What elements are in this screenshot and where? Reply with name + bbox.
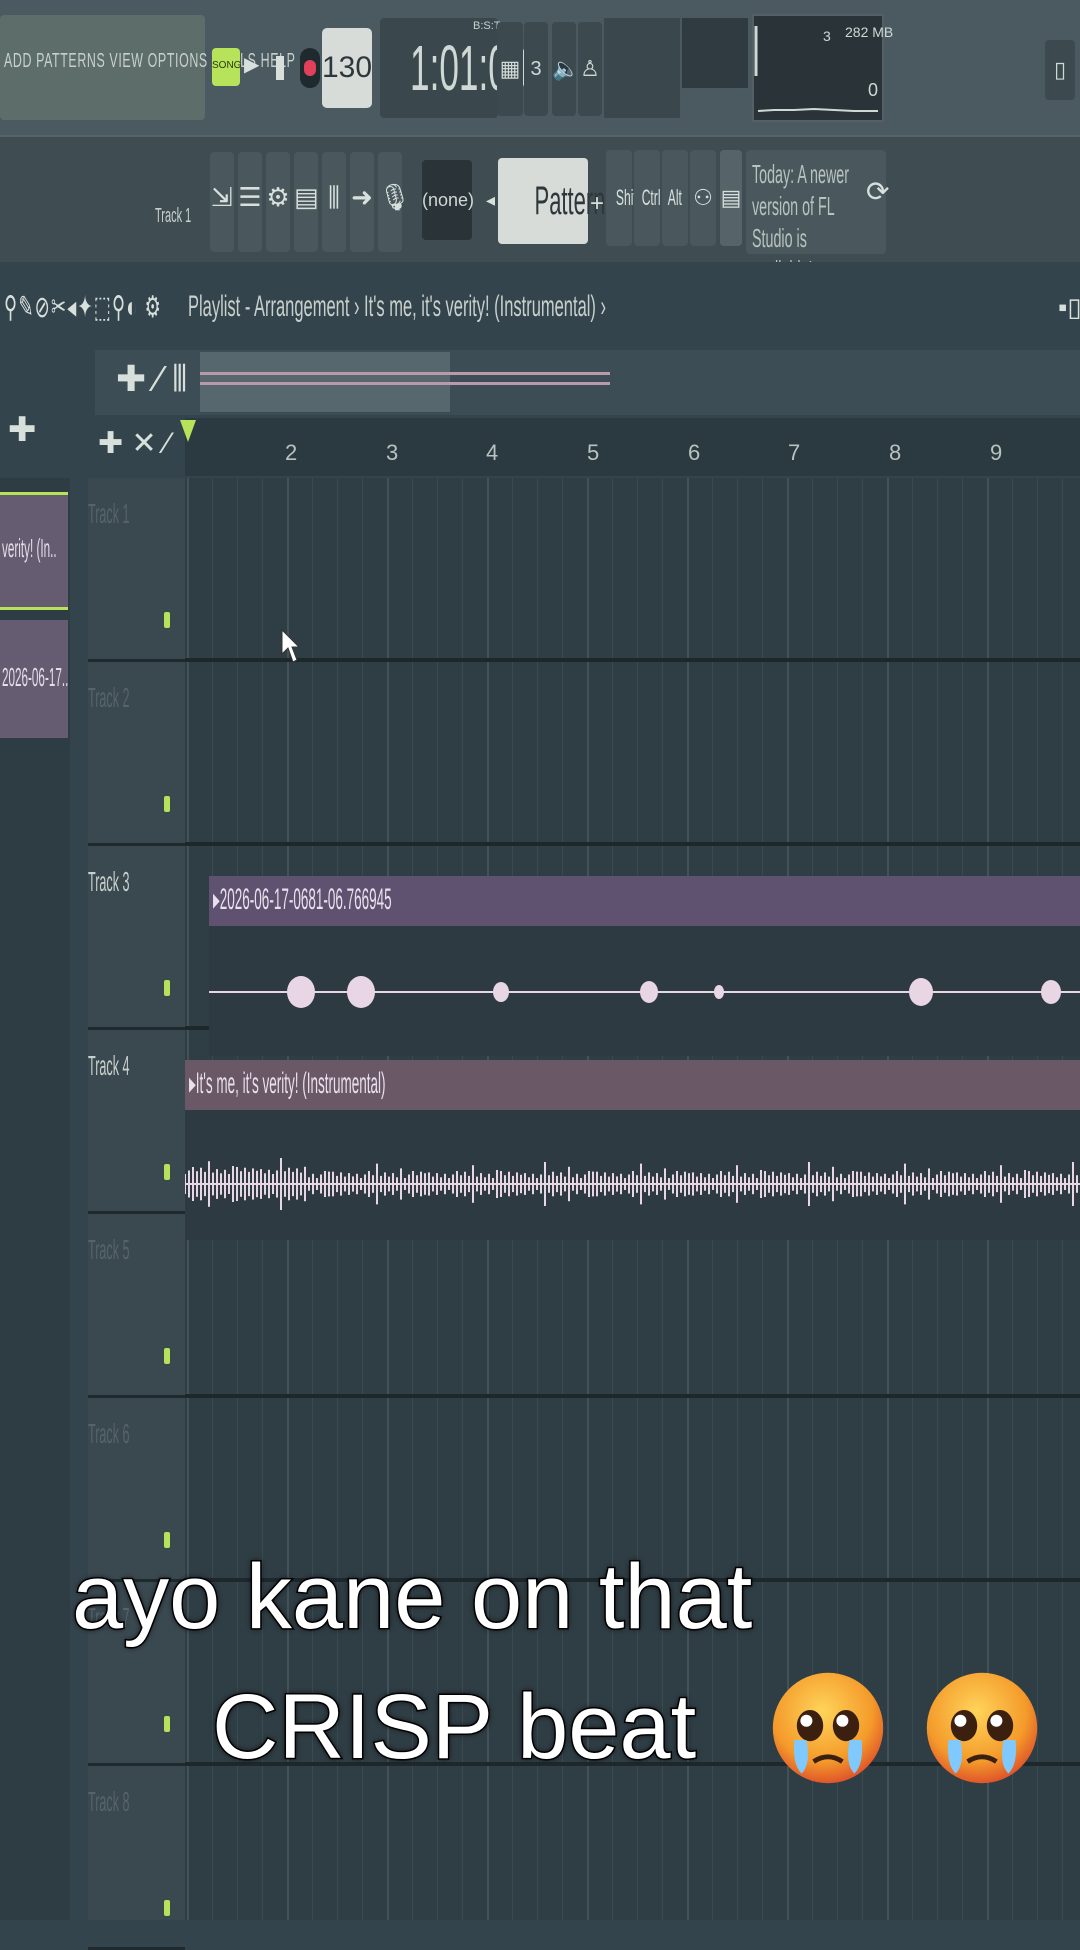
mixer-icon[interactable]: ▦ xyxy=(497,22,523,116)
track-header[interactable]: Track 5 xyxy=(88,1214,185,1398)
pattern-selector[interactable]: Pattern 1 xyxy=(498,158,624,244)
clip-waveform-area xyxy=(185,1110,1080,1240)
track-header[interactable]: Track 8 xyxy=(88,1766,185,1950)
audio-clip[interactable]: ▸It's me, it's verity! (Instrumental) xyxy=(185,1060,1080,1240)
speaker-icon[interactable]: 🔈 xyxy=(552,22,579,116)
track-name: Track 3 xyxy=(88,866,130,897)
polyphony-readout: 0 xyxy=(868,80,879,100)
alt-key-button[interactable]: Alt xyxy=(662,150,688,246)
add-pattern-button[interactable]: + xyxy=(590,190,604,218)
track-mute-led[interactable] xyxy=(164,1716,170,1732)
mouse-pointer-icon xyxy=(281,628,300,663)
ruler-tick-label: 4 xyxy=(486,440,499,465)
track-mute-led[interactable] xyxy=(164,796,170,812)
piano-roll-icon[interactable]: ▤ xyxy=(294,152,319,252)
news-panel[interactable]: Today: A newer version of FL Studio is a… xyxy=(746,150,886,285)
ruler-tool-icons[interactable]: ✚ ✕ ⁄ xyxy=(98,426,170,461)
picker-clip-instrumental[interactable]: verity! (In.. xyxy=(0,492,68,610)
playhead-marker[interactable] xyxy=(180,420,196,442)
tempo-display[interactable]: 130 xyxy=(322,28,372,108)
window-menu-icon[interactable]: ▯ xyxy=(1045,40,1075,100)
play-icon[interactable]: ▶ xyxy=(244,52,259,77)
shift-key-button[interactable]: Shift xyxy=(606,150,640,246)
track-name: Track 4 xyxy=(88,1050,130,1081)
blank-panel-1 xyxy=(604,18,680,118)
channel-selector[interactable]: (none) xyxy=(422,160,474,240)
caption-line-2: CRISP beat xyxy=(210,1675,697,1780)
caption-line-1: ayo kane on that xyxy=(70,1545,753,1650)
window-controls-icon[interactable]: ▪▯ xyxy=(1058,292,1080,323)
playlist-title: Playlist - Arrangement › It's me, it's v… xyxy=(188,290,606,323)
ruler-tick-label: 5 xyxy=(587,440,600,465)
crying-face-emoji xyxy=(926,1672,1038,1784)
mixer-view-icon[interactable]: ⫼ xyxy=(322,152,346,252)
picker-clip-recording[interactable]: 2026-06-17.. xyxy=(0,620,68,738)
record-button[interactable] xyxy=(300,48,320,88)
track-header[interactable]: Track 2 xyxy=(88,662,185,846)
blank-panel-2 xyxy=(682,18,748,88)
track-mute-led[interactable] xyxy=(164,1164,170,1180)
zoom-icon[interactable]: ✚ ⁄ ⫴ xyxy=(116,358,187,401)
track-name: Track 6 xyxy=(88,1418,130,1449)
news-icon[interactable]: ▤ xyxy=(720,150,742,246)
song-mode-label: SONG xyxy=(212,60,242,71)
snap-icon[interactable]: ✚ xyxy=(8,410,37,450)
track-mute-led[interactable] xyxy=(164,1900,170,1916)
stop-icon[interactable] xyxy=(276,56,284,80)
plugin-picker-icon[interactable]: ⚙ xyxy=(266,152,290,252)
ruler-tick-label: 6 xyxy=(688,440,701,465)
track-mute-led[interactable] xyxy=(164,1348,170,1364)
waveform xyxy=(209,976,1080,1008)
metronome-icon[interactable]: ♙ xyxy=(578,22,602,116)
timeline-ruler[interactable] xyxy=(185,418,1080,476)
track-mute-led[interactable] xyxy=(164,980,170,996)
overview-clip-line xyxy=(200,382,610,385)
ruler-tick-label: 7 xyxy=(788,440,801,465)
mixer-count[interactable]: 3 xyxy=(524,22,548,116)
track-header[interactable]: Track 4 xyxy=(88,1030,185,1214)
arrow-right-icon[interactable]: ➜ xyxy=(350,152,374,252)
ruler-tick-label: 8 xyxy=(889,440,902,465)
song-mode-toggle[interactable]: SONG xyxy=(212,48,242,86)
track-header[interactable]: Track 3 xyxy=(88,846,185,1030)
ruler-tick-label: 2 xyxy=(285,440,298,465)
refresh-icon[interactable]: ⟳ xyxy=(866,175,889,208)
picker-scroll[interactable] xyxy=(70,478,90,1920)
track-name: Track 1 xyxy=(88,498,130,529)
ruler-tick-label: 3 xyxy=(386,440,399,465)
lane-separator xyxy=(185,842,1080,846)
channel-rack-icon[interactable]: ☰ xyxy=(238,152,262,252)
overview-clip-line xyxy=(200,372,610,375)
track-mute-led[interactable] xyxy=(164,612,170,628)
record-icon xyxy=(304,60,316,76)
ruler-tick-label: 9 xyxy=(990,440,1003,465)
track-name: Track 5 xyxy=(88,1234,130,1265)
playlist-tool-icons[interactable]: ⚲✎⊘✂◂✦⬚⚲◐ ⚙ xyxy=(4,290,162,325)
clip-label: ▸2026-06-17-0681-06.766945 xyxy=(213,883,392,916)
clip-label: ▸It's me, it's verity! (Instrumental) xyxy=(189,1067,386,1100)
clip-waveform-area xyxy=(209,926,1080,1056)
online-icon[interactable]: ⚇ xyxy=(690,150,716,246)
track-name: Track 2 xyxy=(88,682,130,713)
current-track-label: Track 1 xyxy=(155,205,192,227)
waveform xyxy=(185,1158,1080,1210)
microphone-icon[interactable]: 🎙 xyxy=(378,152,411,252)
clip-header[interactable]: ▸It's me, it's verity! (Instrumental) xyxy=(185,1060,1080,1110)
memory-readout: 282 MB xyxy=(845,24,894,40)
pattern-arrow-icon[interactable]: ◂ xyxy=(486,190,495,211)
track-header[interactable]: Track 1 xyxy=(88,478,185,662)
lane-separator xyxy=(185,1394,1080,1398)
lane-separator xyxy=(185,658,1080,662)
snap-tool-icon[interactable]: ⇲ xyxy=(210,152,234,252)
cpu-readout: 3 xyxy=(823,28,831,44)
ctrl-key-button[interactable]: Ctrl xyxy=(634,150,661,246)
track-name: Track 8 xyxy=(88,1786,130,1817)
menu-items[interactable]: ADD PATTERNS VIEW OPTIONS TOOLS HELP xyxy=(4,50,295,73)
audio-clip[interactable]: ▸2026-06-17-0681-06.766945 xyxy=(209,876,1080,1056)
clip-header[interactable]: ▸2026-06-17-0681-06.766945 xyxy=(209,876,1080,926)
crying-face-emoji xyxy=(772,1672,884,1784)
